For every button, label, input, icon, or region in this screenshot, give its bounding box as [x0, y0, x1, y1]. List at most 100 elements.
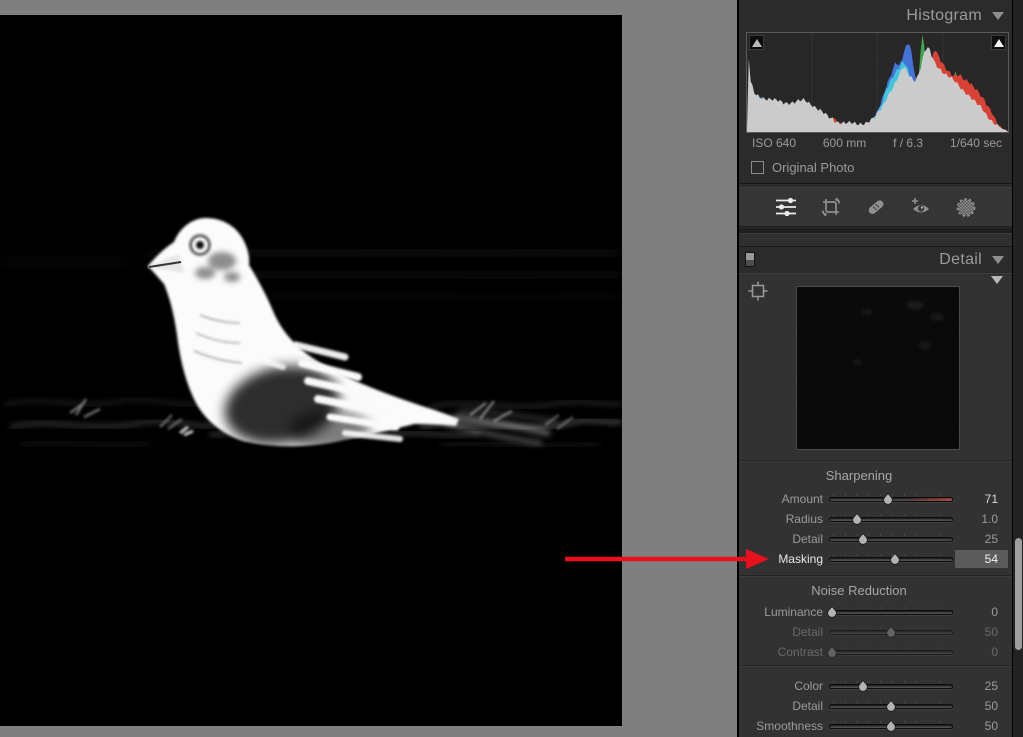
slider-label-luminance: Luminance	[739, 602, 823, 622]
slider-value-smoothness[interactable]: 50	[955, 717, 1008, 735]
slider-row-amount: Amount 71	[739, 489, 1012, 509]
slider-value-detail[interactable]: 50	[955, 623, 1008, 641]
shadow-clipping-button[interactable]	[749, 35, 764, 50]
slider-thumb-contrast[interactable]	[826, 646, 838, 659]
crop-icon	[819, 195, 843, 219]
slider-track-contrast[interactable]	[829, 650, 953, 655]
slider-label-color: Color	[739, 676, 823, 696]
slider-value-masking[interactable]: 54	[955, 550, 1008, 568]
sharpen-detail-preview[interactable]	[796, 286, 960, 450]
slider-thumb-masking[interactable]	[889, 553, 901, 566]
original-photo-checkbox[interactable]	[751, 161, 764, 174]
slider-track-luminance[interactable]	[829, 610, 953, 615]
highlight-clipping-button[interactable]	[991, 35, 1006, 50]
slider-thumb-detail[interactable]	[885, 626, 897, 639]
slider-track-radius[interactable]	[829, 517, 953, 522]
right-panel-group: Histogram ISO 64	[737, 0, 1023, 737]
slider-value-contrast[interactable]: 0	[955, 643, 1008, 661]
preview-collapse-icon[interactable]	[991, 284, 1003, 302]
slider-track-detail[interactable]	[829, 704, 953, 709]
histogram-title: Histogram	[906, 7, 982, 25]
separator	[739, 665, 1012, 666]
detail-header-row: Detail	[739, 247, 1012, 273]
slider-thumb-color[interactable]	[857, 680, 869, 693]
slider-value-luminance[interactable]: 0	[955, 603, 1008, 621]
slider-row-detail: Detail50	[739, 696, 1012, 716]
exif-item: ISO 640	[752, 136, 796, 150]
slider-value-amount[interactable]: 71	[955, 490, 1008, 508]
histogram-chart[interactable]	[746, 32, 1009, 133]
separator	[739, 575, 1012, 576]
original-photo-row: Original Photo	[751, 160, 854, 175]
slider-track-amount[interactable]	[829, 497, 953, 502]
lightroom-develop-view: Histogram ISO 64	[0, 0, 1023, 737]
toolstrip	[739, 187, 1012, 227]
slider-row-detail: Detail 50	[739, 622, 1012, 642]
slider-value-detail[interactable]: 50	[955, 697, 1008, 715]
exif-item: f / 6.3	[893, 136, 923, 150]
panel-scrollbar[interactable]	[1012, 0, 1023, 737]
edit-sliders-icon	[774, 195, 798, 219]
slider-track-color[interactable]	[829, 684, 953, 689]
slider-thumb-smoothness[interactable]	[885, 720, 897, 733]
slider-value-radius[interactable]: 1.0	[955, 510, 1008, 528]
slider-row-luminance: Luminance 0	[739, 602, 1012, 622]
sharpening-section-title: Sharpening	[739, 468, 979, 483]
detail-preview-image	[797, 287, 959, 449]
edit-sliders-tool-button[interactable]	[774, 195, 798, 219]
noise-reduction-section-title: Noise Reduction	[739, 583, 979, 598]
red-annotation-arrow	[560, 544, 776, 574]
original-photo-label: Original Photo	[772, 160, 854, 175]
shadow-clipping-icon	[752, 39, 762, 47]
detail-collapse-icon[interactable]	[992, 256, 1004, 264]
slider-value-color[interactable]: 25	[955, 677, 1008, 695]
preview-target-picker-button[interactable]	[748, 281, 768, 301]
slider-row-radius: Radius 1.0	[739, 509, 1012, 529]
slider-label-amount: Amount	[739, 489, 823, 509]
crosshair-icon	[748, 281, 768, 301]
scrollbar-thumb[interactable]	[1015, 538, 1022, 650]
highlight-clipping-icon	[994, 39, 1004, 47]
slider-label-contrast: Contrast	[739, 642, 823, 662]
histogram-collapse-icon[interactable]	[992, 12, 1004, 20]
healing-tool-button[interactable]	[864, 195, 888, 219]
masking-tool-button[interactable]	[954, 195, 978, 219]
masking-icon	[954, 195, 978, 219]
slider-label-radius: Radius	[739, 509, 823, 529]
section-divider	[739, 183, 1012, 184]
exif-item: 1/640 sec	[950, 136, 1002, 150]
red-eye-icon	[909, 195, 933, 219]
slider-value-detail[interactable]: 25	[955, 530, 1008, 548]
slider-track-detail[interactable]	[829, 537, 953, 542]
crop-tool-button[interactable]	[819, 195, 843, 219]
develop-panel: Histogram ISO 64	[739, 0, 1012, 737]
slider-thumb-radius[interactable]	[851, 513, 863, 526]
exif-info-row: ISO 640 600 mm f / 6.3 1/640 sec	[752, 136, 1002, 150]
slider-row-masking: Masking54	[739, 549, 1012, 569]
slider-label-smoothness: Smoothness	[739, 716, 823, 736]
slider-track-masking[interactable]	[829, 557, 953, 562]
slider-row-detail: Detail25	[739, 529, 1012, 549]
collapsed-panel-bar[interactable]	[739, 233, 1012, 247]
slider-thumb-luminance[interactable]	[826, 606, 838, 619]
detail-title: Detail	[939, 251, 982, 269]
slider-row-color: Color 25	[739, 676, 1012, 696]
slider-track-smoothness[interactable]	[829, 724, 953, 729]
photo-mask-preview[interactable]	[0, 15, 622, 726]
slider-thumb-amount[interactable]	[882, 493, 894, 506]
slider-track-detail[interactable]	[829, 630, 953, 635]
bird-edge-mask-image	[0, 15, 622, 726]
separator	[739, 460, 1012, 461]
slider-row-smoothness: Smoothness 50	[739, 716, 1012, 736]
histogram-panel-header[interactable]: Histogram	[739, 3, 1012, 29]
slider-thumb-detail[interactable]	[885, 700, 897, 713]
detail-panel-header[interactable]: Detail	[739, 247, 1012, 273]
detail-panel-content: Sharpening Amount71Radius1.0Detail25Mask…	[739, 273, 1012, 737]
healing-icon	[864, 195, 888, 219]
red-eye-tool-button[interactable]	[909, 195, 933, 219]
slider-thumb-detail[interactable]	[857, 533, 869, 546]
slider-row-contrast: Contrast 0	[739, 642, 1012, 662]
histogram-plot	[747, 33, 1008, 132]
slider-label-detail: Detail	[739, 622, 823, 642]
exif-item: 600 mm	[823, 136, 866, 150]
